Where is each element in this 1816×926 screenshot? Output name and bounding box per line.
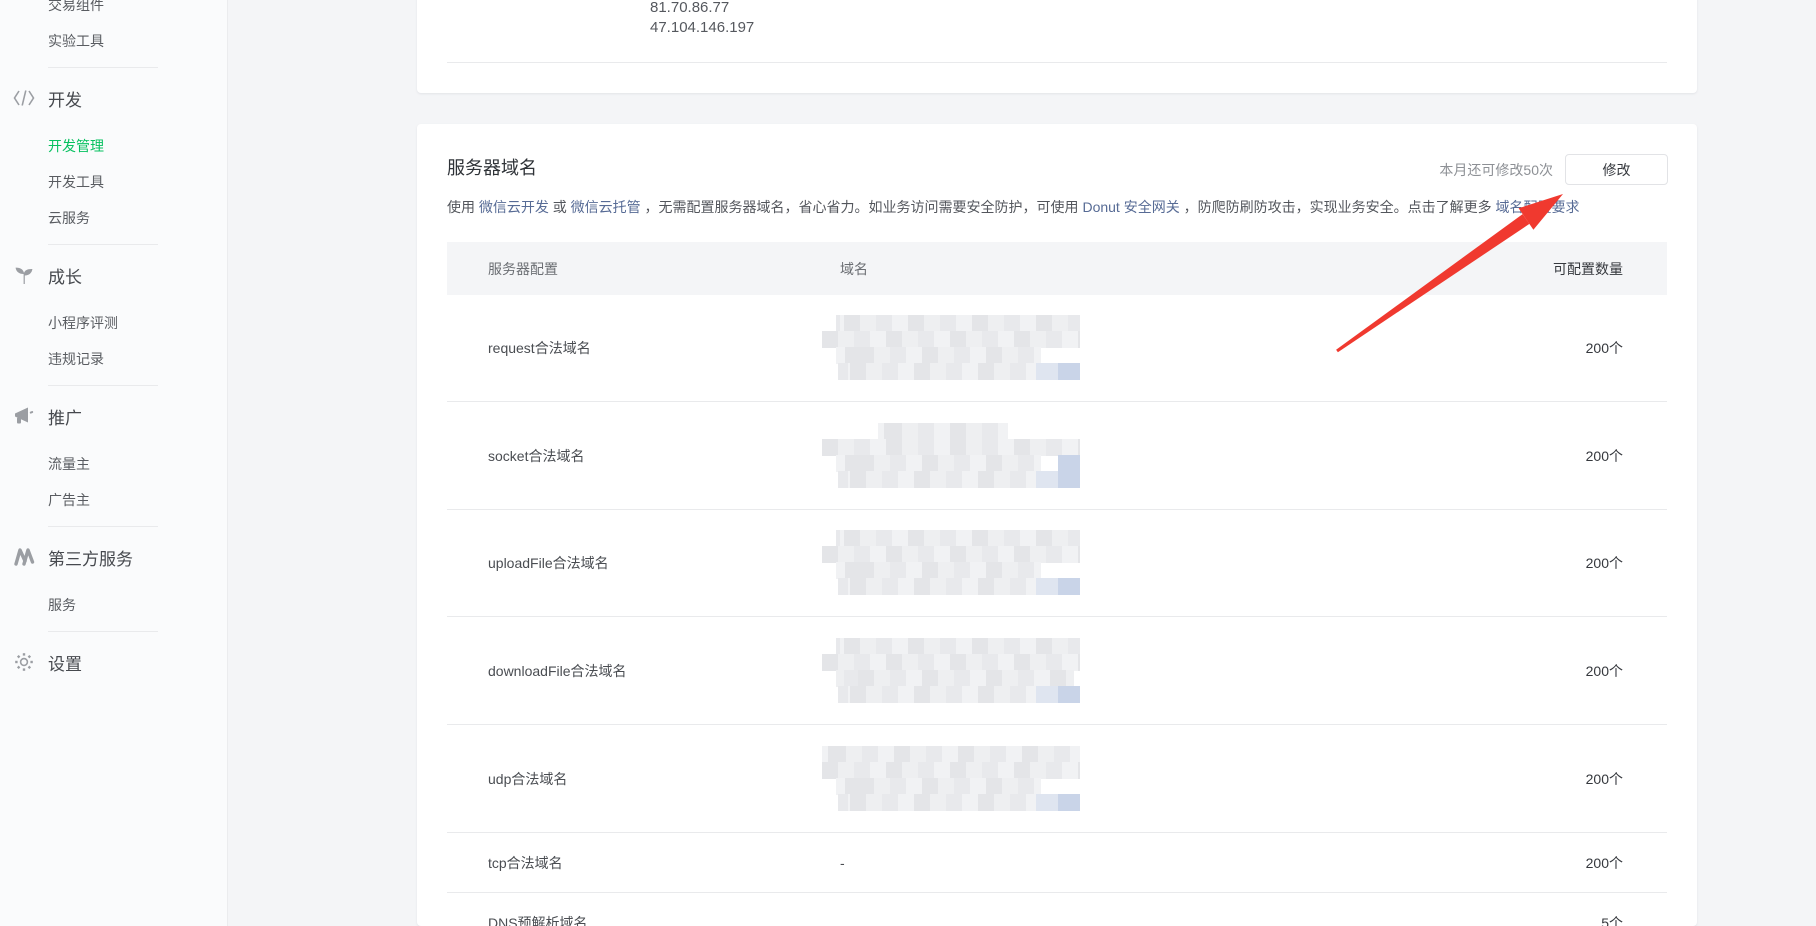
config-name: tcp合法域名 <box>488 853 840 873</box>
link-微信云开发[interactable]: 微信云开发 <box>479 199 549 215</box>
sidebar-item-label: 实验工具 <box>48 31 104 51</box>
sidebar-item-开发管理[interactable]: 开发管理 <box>0 128 227 164</box>
description: 使用 微信云开发 或 微信云托管 ，无需配置服务器域名，省心省力。如业务访问需要… <box>447 199 1577 216</box>
sidebar-item-第三方服务[interactable]: 第三方服务 <box>0 535 227 579</box>
domain-table: 服务器配置 域名 可配置数量 request合法域名200个socket合法域名… <box>447 242 1667 926</box>
table-row-socket合法域名: socket合法域名 200个 <box>447 402 1667 510</box>
config-name: udp合法域名 <box>488 769 840 789</box>
config-name: DNS预解析域名 <box>488 913 840 926</box>
domain-cell <box>840 530 1453 596</box>
column-header-config: 服务器配置 <box>488 259 840 279</box>
sidebar-item-label: 交易组件 <box>48 0 104 15</box>
table-row-uploadFile合法域名: uploadFile合法域名 200个 <box>447 510 1667 617</box>
sidebar-item-小程序评测[interactable]: 小程序评测 <box>0 305 227 341</box>
sidebar-item-开发[interactable]: 开发 <box>0 76 227 120</box>
gear-icon <box>12 650 36 674</box>
ip-list: 81.70.86.7747.104.146.197 <box>650 0 754 38</box>
sidebar-divider <box>48 244 158 245</box>
table-row-request合法域名: request合法域名 200个 <box>447 295 1667 402</box>
sidebar-item-label: 开发 <box>48 86 82 111</box>
sidebar-item-label: 小程序评测 <box>48 313 118 333</box>
link-域名配置要求[interactable]: 域名配置要求 <box>1495 199 1579 215</box>
sidebar-item-推广[interactable]: 推广 <box>0 394 227 438</box>
card-header: 服务器域名 本月还可修改50次 修改 <box>447 148 1668 188</box>
domain-cell: - <box>840 855 1453 871</box>
table-row-downloadFile合法域名: downloadFile合法域名 200个 <box>447 617 1667 725</box>
sidebar-item-label: 广告主 <box>48 490 90 510</box>
config-name: downloadFile合法域名 <box>488 661 840 681</box>
redacted-domains <box>822 530 1098 596</box>
sidebar-divider <box>48 385 158 386</box>
description-text: ，无需配置服务器域名，省心省力。如业务访问需要安全防护，可使用 <box>641 199 1083 215</box>
sidebar-item-label: 云服务 <box>48 208 90 228</box>
redacted-domains <box>822 746 1098 812</box>
table-row-tcp合法域名: tcp合法域名- 200个 <box>447 833 1667 893</box>
redacted-domains <box>822 638 1098 704</box>
limit-value: 200个 <box>1453 338 1623 358</box>
main-content: 81.70.86.7747.104.146.197 服务器域名 本月还可修改50… <box>228 0 1816 926</box>
sidebar-item-label: 服务 <box>48 595 76 615</box>
limit-value: 200个 <box>1453 553 1623 573</box>
sidebar-item-label: 第三方服务 <box>48 545 133 570</box>
sidebar-item-实验工具[interactable]: 实验工具 <box>0 23 227 59</box>
domain-cell <box>840 315 1453 381</box>
sidebar-divider <box>48 526 158 527</box>
redacted-domains <box>822 315 1098 381</box>
domain-cell <box>840 746 1453 812</box>
link-微信云托管[interactable]: 微信云托管 <box>571 199 641 215</box>
megaphone-icon <box>12 404 36 428</box>
domain-cell <box>840 423 1453 489</box>
limit-value: 200个 <box>1453 661 1623 681</box>
sidebar-item-label: 流量主 <box>48 454 90 474</box>
sidebar-item-流量主[interactable]: 流量主 <box>0 446 227 482</box>
card-separator <box>447 62 1667 63</box>
domain-cell <box>840 638 1453 704</box>
description-text: ，防爬防刷防攻击，实现业务安全。点击了解更多 <box>1180 199 1496 215</box>
ip-address: 47.104.146.197 <box>650 18 754 38</box>
ip-card: 81.70.86.7747.104.146.197 <box>417 0 1697 93</box>
sidebar-item-交易组件[interactable]: 交易组件 <box>0 0 227 23</box>
table-row-DNS预解析域名: DNS预解析域名 5个 <box>447 893 1667 926</box>
limit-value: 200个 <box>1453 446 1623 466</box>
table-header-row: 服务器配置 域名 可配置数量 <box>447 242 1667 295</box>
sidebar-item-违规记录[interactable]: 违规记录 <box>0 341 227 377</box>
column-header-limit: 可配置数量 <box>1453 259 1623 279</box>
sidebar-item-成长[interactable]: 成长 <box>0 253 227 297</box>
sidebar-divider <box>48 67 158 68</box>
sidebar-item-服务[interactable]: 服务 <box>0 587 227 623</box>
empty-domain-dash: - <box>840 855 845 871</box>
modify-button[interactable]: 修改 <box>1565 154 1668 185</box>
table-row-udp合法域名: udp合法域名 200个 <box>447 725 1667 833</box>
sidebar-item-设置[interactable]: 设置 <box>0 640 227 684</box>
third-party-icon <box>12 545 36 569</box>
sidebar-item-开发工具[interactable]: 开发工具 <box>0 164 227 200</box>
config-name: uploadFile合法域名 <box>488 553 840 573</box>
sidebar-divider <box>48 631 158 632</box>
limit-value: 5个 <box>1453 913 1623 926</box>
server-domain-card: 服务器域名 本月还可修改50次 修改 使用 微信云开发 或 微信云托管 ，无需配… <box>417 124 1697 926</box>
sidebar-item-label: 推广 <box>48 404 82 429</box>
sidebar-item-label: 设置 <box>48 650 82 675</box>
ip-address: 81.70.86.77 <box>650 0 754 18</box>
redacted-domains <box>822 423 1098 489</box>
code-icon <box>12 86 36 110</box>
sidebar-item-广告主[interactable]: 广告主 <box>0 482 227 518</box>
sidebar-item-云服务[interactable]: 云服务 <box>0 200 227 236</box>
limit-value: 200个 <box>1453 769 1623 789</box>
sidebar: 交易组件实验工具开发开发管理开发工具云服务成长小程序评测违规记录推广流量主广告主… <box>0 0 228 926</box>
sidebar-item-label: 成长 <box>48 263 82 288</box>
description-text: 使用 <box>447 199 479 215</box>
column-header-domain: 域名 <box>840 259 1453 279</box>
config-name: socket合法域名 <box>488 446 840 466</box>
config-name: request合法域名 <box>488 338 840 358</box>
sidebar-item-label: 开发工具 <box>48 172 104 192</box>
sidebar-item-label: 开发管理 <box>48 136 104 156</box>
limit-value: 200个 <box>1453 853 1623 873</box>
sidebar-item-label: 违规记录 <box>48 349 104 369</box>
link-Donut 安全网关[interactable]: Donut 安全网关 <box>1082 199 1179 215</box>
quota-note: 本月还可修改50次 <box>1439 160 1553 180</box>
sprout-icon <box>12 263 36 287</box>
description-text: 或 <box>549 199 571 215</box>
